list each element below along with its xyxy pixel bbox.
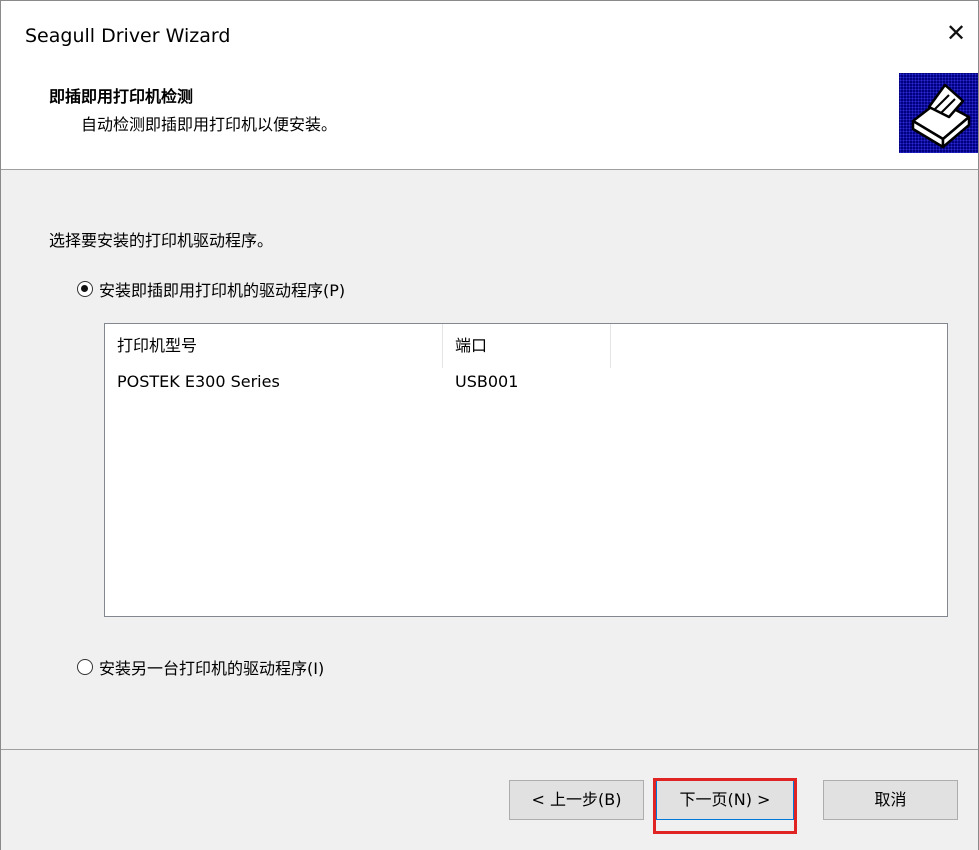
radio-install-other[interactable]: 安装另一台打印机的驱动程序(I) xyxy=(77,655,324,679)
close-icon[interactable]: ✕ xyxy=(934,11,978,55)
printer-model-cell: POSTEK E300 Series xyxy=(117,372,280,391)
wizard-window: Seagull Driver Wizard ✕ 即插即用打印机检测 自动检测即插… xyxy=(0,0,979,850)
page-title: 即插即用打印机检测 xyxy=(49,87,194,106)
cancel-button[interactable]: 取消 xyxy=(823,780,958,820)
window-title: Seagull Driver Wizard xyxy=(25,25,231,47)
radio-install-pnp-label: 安装即插即用打印机的驱动程序(P) xyxy=(99,281,346,300)
back-button[interactable]: < 上一步(B) xyxy=(509,780,644,820)
footer-divider xyxy=(1,749,978,750)
radio-checked-icon[interactable] xyxy=(77,281,93,297)
column-header-port[interactable]: 端口 xyxy=(443,324,611,368)
instruction-text: 选择要安装的打印机驱动程序。 xyxy=(49,231,274,250)
printer-list[interactable]: 打印机型号 端口 POSTEK E300 Series USB001 xyxy=(104,323,948,617)
radio-unchecked-icon[interactable] xyxy=(77,659,93,675)
column-header-model[interactable]: 打印机型号 xyxy=(105,324,443,368)
next-button[interactable]: 下一页(N) > xyxy=(656,780,794,820)
radio-install-pnp[interactable]: 安装即插即用打印机的驱动程序(P) xyxy=(77,277,345,301)
radio-install-other-label: 安装另一台打印机的驱动程序(I) xyxy=(99,659,325,678)
printer-list-header: 打印机型号 端口 xyxy=(105,324,947,368)
table-row[interactable]: POSTEK E300 Series USB001 xyxy=(105,368,947,400)
printer-port-cell: USB001 xyxy=(455,372,519,391)
title-bar: Seagull Driver Wizard ✕ xyxy=(1,1,978,61)
wizard-header: 即插即用打印机检测 自动检测即插即用打印机以便安装。 xyxy=(1,61,978,170)
printer-icon xyxy=(899,73,978,153)
page-subtitle: 自动检测即插即用打印机以便安装。 xyxy=(81,115,338,134)
